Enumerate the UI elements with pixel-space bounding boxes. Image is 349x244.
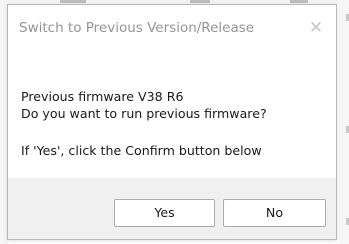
close-icon[interactable]: ✕ bbox=[306, 18, 326, 38]
dialog-button-bar: Yes No bbox=[8, 178, 336, 239]
dialog-title: Switch to Previous Version/Release bbox=[19, 20, 255, 36]
message-line-instruction: If 'Yes', click the Confirm button below bbox=[21, 143, 262, 158]
background-window-edge-right bbox=[339, 0, 349, 244]
dialog-message-area: Previous firmware V38 R6 Do you want to … bbox=[8, 53, 336, 178]
message-line-question: Do you want to run previous firmware? bbox=[21, 106, 267, 121]
message-line-firmware: Previous firmware V38 R6 bbox=[21, 89, 184, 104]
switch-version-dialog: Switch to Previous Version/Release ✕ Pre… bbox=[7, 4, 337, 240]
dialog-titlebar: Switch to Previous Version/Release ✕ bbox=[8, 5, 336, 53]
no-button[interactable]: No bbox=[223, 199, 326, 227]
yes-button[interactable]: Yes bbox=[114, 199, 215, 227]
